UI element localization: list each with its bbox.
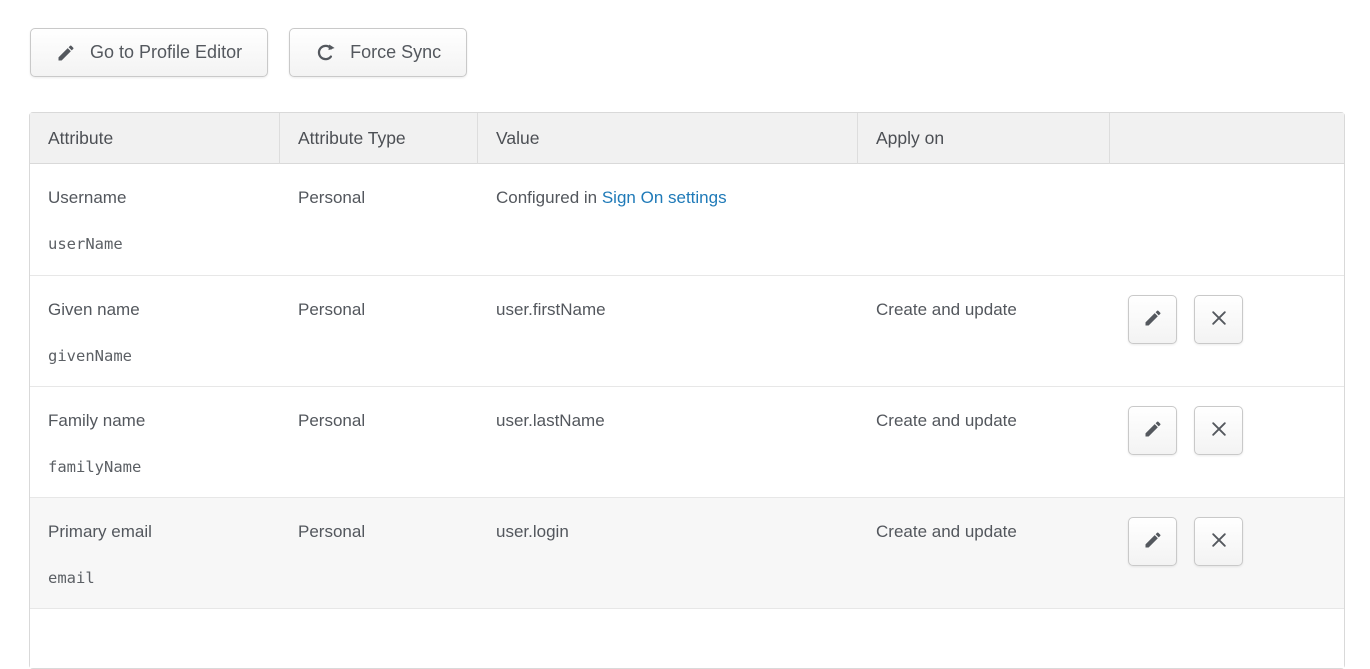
actions-cell — [1110, 275, 1344, 386]
force-sync-button[interactable]: Force Sync — [289, 28, 467, 77]
attribute-mapping-table: Attribute Attribute Type Value Apply on … — [29, 112, 1345, 669]
attribute-type-cell: Personal — [280, 275, 478, 386]
actions-cell — [1110, 497, 1344, 608]
pencil-icon — [1143, 419, 1163, 442]
table-row-primary-email: Primary email email Personal user.login … — [30, 497, 1344, 608]
close-icon — [1209, 419, 1229, 442]
column-header-attribute-type: Attribute Type — [280, 113, 478, 164]
go-to-profile-editor-label: Go to Profile Editor — [90, 42, 242, 63]
value-cell: user.firstName — [478, 275, 858, 386]
column-header-apply-on: Apply on — [858, 113, 1110, 164]
edit-attribute-button[interactable] — [1128, 406, 1177, 455]
table-row-username: Username userName Personal Configured in… — [30, 164, 1344, 275]
attribute-label: Primary email — [48, 522, 280, 542]
column-header-value: Value — [478, 113, 858, 164]
column-header-actions — [1110, 113, 1344, 164]
actions-cell — [1110, 386, 1344, 497]
remove-attribute-button[interactable] — [1194, 295, 1243, 344]
close-icon — [1209, 530, 1229, 553]
go-to-profile-editor-button[interactable]: Go to Profile Editor — [30, 28, 268, 77]
attribute-type-cell: Personal — [280, 497, 478, 608]
column-header-attribute: Attribute — [30, 113, 280, 164]
value-cell: user.lastName — [478, 386, 858, 497]
attribute-label: Username — [48, 188, 280, 208]
refresh-icon — [315, 42, 336, 63]
value-prefix-text: Configured in — [496, 188, 602, 207]
edit-attribute-button[interactable] — [1128, 517, 1177, 566]
remove-attribute-button[interactable] — [1194, 517, 1243, 566]
table-row-family-name: Family name familyName Personal user.las… — [30, 386, 1344, 497]
attribute-type-cell: Personal — [280, 164, 478, 275]
attribute-key: familyName — [48, 458, 280, 476]
table-header-row: Attribute Attribute Type Value Apply on — [30, 113, 1344, 164]
value-cell: user.login — [478, 497, 858, 608]
table-row-given-name: Given name givenName Personal user.first… — [30, 275, 1344, 386]
sign-on-settings-link[interactable]: Sign On settings — [602, 188, 727, 207]
apply-on-cell: Create and update — [858, 497, 1110, 608]
attribute-label: Family name — [48, 411, 280, 431]
attribute-type-cell: Personal — [280, 386, 478, 497]
attribute-key: userName — [48, 235, 280, 253]
pencil-icon — [1143, 530, 1163, 553]
attribute-label: Given name — [48, 300, 280, 320]
pencil-icon — [1143, 308, 1163, 331]
remove-attribute-button[interactable] — [1194, 406, 1243, 455]
apply-on-cell: Create and update — [858, 275, 1110, 386]
table-row-partial — [30, 608, 1344, 668]
toolbar: Go to Profile Editor Force Sync — [30, 28, 467, 77]
apply-on-cell: Create and update — [858, 386, 1110, 497]
attribute-key: email — [48, 569, 280, 587]
force-sync-label: Force Sync — [350, 42, 441, 63]
pencil-icon — [56, 43, 76, 63]
close-icon — [1209, 308, 1229, 331]
attribute-key: givenName — [48, 347, 280, 365]
apply-on-cell — [858, 164, 1110, 275]
actions-cell — [1110, 164, 1344, 275]
edit-attribute-button[interactable] — [1128, 295, 1177, 344]
